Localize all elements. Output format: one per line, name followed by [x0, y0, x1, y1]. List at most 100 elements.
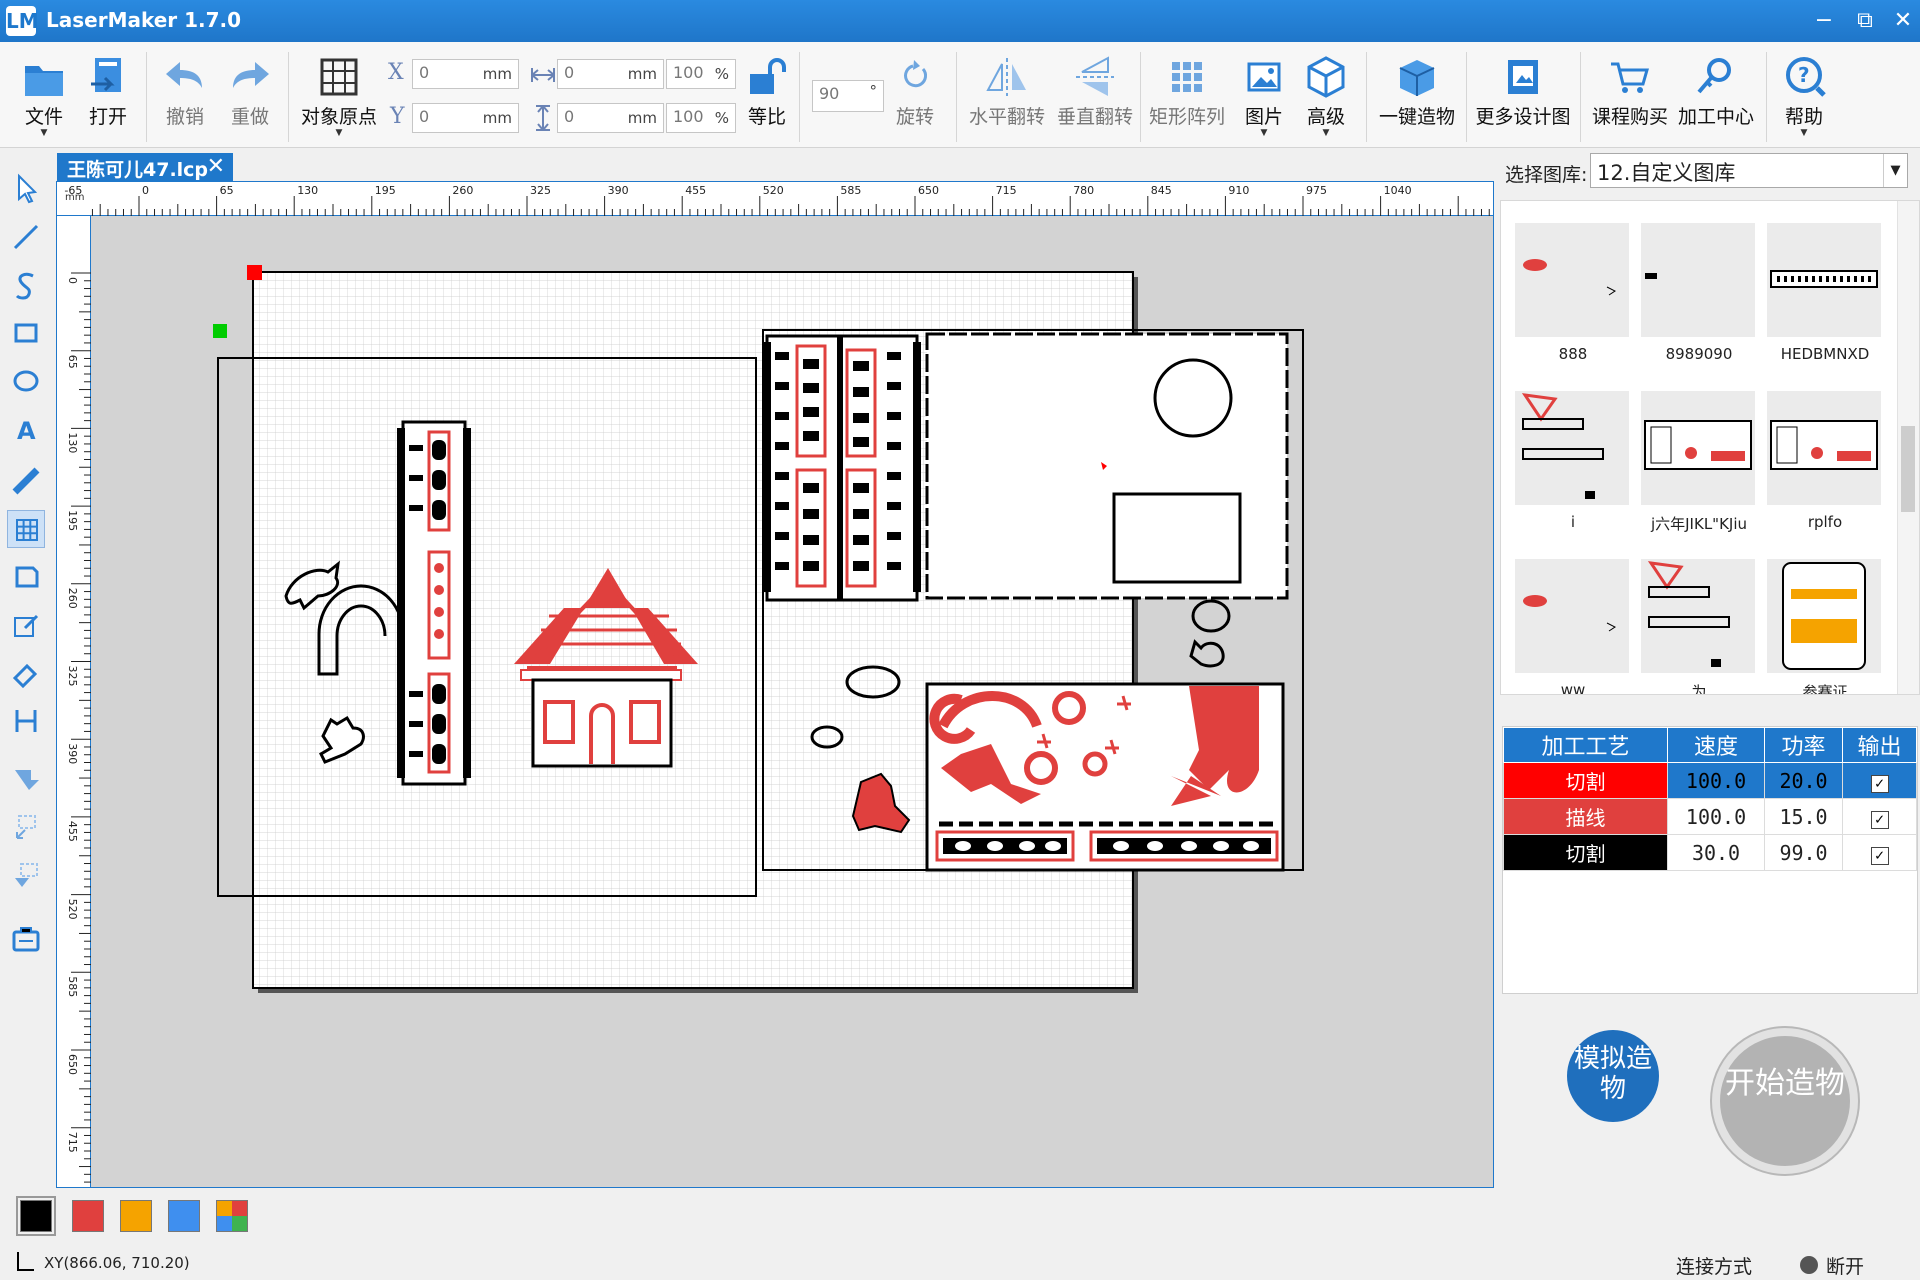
connection-label: 连接方式	[1676, 1256, 1753, 1278]
frame-tool[interactable]	[7, 558, 45, 596]
rotate-button[interactable]: 旋转	[888, 52, 942, 144]
rectangle-tool[interactable]	[7, 314, 45, 352]
advanced-button[interactable]: 高级 ▼	[1298, 52, 1354, 144]
close-tab-icon[interactable]: ✕	[207, 154, 225, 179]
layer-speed-cell[interactable]: 100.0	[1666, 762, 1766, 799]
start-button[interactable]: 开始造物	[1712, 1028, 1858, 1174]
ruler-tick-label: 455	[685, 184, 706, 197]
layer-row[interactable]: 描线 100.0 15.0 ✓	[1503, 798, 1917, 835]
object-origin-button[interactable]: 对象原点 ▼	[296, 52, 382, 144]
text-tool[interactable]: A	[7, 410, 45, 448]
grid-origin-icon	[320, 58, 358, 96]
gallery-item[interactable]: HEDBMNXD	[1767, 223, 1883, 363]
maximize-button[interactable]: ⧉	[1848, 4, 1882, 38]
width-percent-input[interactable]: 100%	[666, 59, 736, 89]
gallery-item[interactable]: 8989090	[1641, 223, 1757, 363]
work-area[interactable]	[91, 216, 1493, 1187]
layer-row[interactable]: 切割 30.0 99.0 ✓	[1503, 834, 1917, 871]
column-header-power: 功率	[1764, 727, 1843, 763]
gallery-item[interactable]: ww	[1515, 559, 1631, 694]
layer-row[interactable]: 切割 100.0 20.0 ✓	[1503, 762, 1917, 799]
document-tab[interactable]: 王陈可儿47.lcp ✕	[57, 153, 233, 181]
flip-horizontal-icon	[986, 58, 1026, 96]
gallery-item-caption: HEDBMNXD	[1780, 345, 1870, 363]
grid-toggle-tool[interactable]	[7, 510, 45, 548]
layer-output-checkbox[interactable]: ✓	[1842, 834, 1917, 871]
edit-node-tool[interactable]	[7, 606, 45, 644]
layer-output-checkbox[interactable]: ✓	[1842, 762, 1917, 799]
layer-up-icon	[16, 815, 36, 839]
more-designs-button[interactable]: 更多设计图	[1472, 52, 1574, 144]
help-icon: ?	[1786, 57, 1826, 97]
ruler-tick-label: 1040	[1384, 184, 1412, 197]
layer-process-cell[interactable]: 切割	[1503, 834, 1668, 871]
measure-tool[interactable]	[7, 462, 45, 500]
select-tool[interactable]	[7, 170, 45, 208]
gallery-item[interactable]: rplfo	[1767, 391, 1883, 531]
ellipse-icon	[13, 370, 39, 392]
color-swatch-blue[interactable]	[168, 1200, 200, 1232]
y-position-input[interactable]: 0 mm	[412, 103, 519, 133]
horizontal-ruler[interactable]: mm -65 0 65 130 195 260 325 390 455 520 585 650 715 7…	[57, 182, 1493, 216]
gallery-item[interactable]: i	[1515, 391, 1631, 531]
color-swatch-multicolor[interactable]	[216, 1200, 248, 1232]
simulate-button[interactable]: 模拟造物	[1567, 1030, 1659, 1122]
ruler-tick-label: 520	[763, 184, 784, 197]
height-input[interactable]: 0 mm	[557, 103, 664, 133]
color-swatch-red[interactable]	[72, 1200, 104, 1232]
toolbox-tool[interactable]	[7, 920, 45, 958]
gallery-item[interactable]: 参赛证	[1767, 559, 1883, 694]
height-percent-input[interactable]: 100%	[666, 103, 736, 133]
rect-array-button[interactable]: 矩形阵列	[1146, 52, 1228, 144]
layer-power-cell[interactable]: 20.0	[1764, 762, 1843, 799]
course-buy-button[interactable]: 课程购买	[1588, 52, 1672, 144]
help-button[interactable]: ? 帮助 ▼	[1776, 52, 1832, 144]
column-header-process: 加工工艺	[1503, 727, 1668, 763]
layer-process-cell[interactable]: 描线	[1503, 798, 1668, 835]
redo-button[interactable]: 重做	[220, 52, 280, 144]
flip-horizontal-button[interactable]: 水平翻转	[964, 52, 1050, 144]
gallery-item[interactable]: j六年JIKL"KJiu	[1641, 391, 1757, 534]
gallery-scroll-thumb[interactable]	[1901, 426, 1915, 512]
width-input[interactable]: 0 mm	[557, 59, 664, 89]
layer-speed-cell[interactable]: 100.0	[1666, 798, 1766, 835]
connection-state[interactable]: 断开	[1826, 1252, 1864, 1279]
lasermaker-window: LM LaserMaker 1.7.0 − ⧉ ✕ 文件 ▼ 打开 撤销 重做 …	[0, 0, 1920, 1280]
layer-power-cell[interactable]: 99.0	[1764, 834, 1843, 871]
bring-forward-tool[interactable]	[7, 808, 45, 846]
x-position-input[interactable]: 0 mm	[412, 59, 519, 89]
eraser-tool[interactable]	[7, 654, 45, 692]
rotation-angle-input[interactable]: 90 °	[812, 80, 884, 112]
close-button[interactable]: ✕	[1886, 4, 1920, 38]
open-button[interactable]: 打开	[78, 52, 138, 144]
ellipse-tool[interactable]	[7, 362, 45, 400]
gallery-item[interactable]: 888	[1515, 223, 1631, 363]
curve-tool[interactable]	[7, 266, 45, 304]
align-tool[interactable]	[7, 702, 45, 740]
proportional-lock-button[interactable]: 等比	[742, 52, 792, 144]
layer-speed-cell[interactable]: 30.0	[1666, 834, 1766, 871]
layer-power-cell[interactable]: 15.0	[1764, 798, 1843, 835]
undo-button[interactable]: 撤销	[155, 52, 215, 144]
color-swatch-black[interactable]	[16, 1196, 56, 1236]
image-button[interactable]: 图片 ▼	[1236, 52, 1292, 144]
design-gallery-icon	[1508, 60, 1538, 94]
color-swatch-orange[interactable]	[120, 1200, 152, 1232]
minimize-button[interactable]: −	[1807, 4, 1841, 38]
line-tool[interactable]	[7, 218, 45, 256]
layer-process-cell[interactable]: 切割	[1503, 762, 1668, 799]
send-backward-tool[interactable]	[7, 856, 45, 894]
gallery-scrollbar[interactable]	[1897, 201, 1919, 694]
process-center-label: 加工中心	[1677, 106, 1754, 128]
layer-output-checkbox[interactable]: ✓	[1842, 798, 1917, 835]
file-button[interactable]: 文件 ▼	[14, 52, 74, 144]
gallery-select[interactable]: 12.自定义图库 ▼	[1590, 153, 1908, 188]
process-center-button[interactable]: 加工中心	[1674, 52, 1758, 144]
flip-vertical-button[interactable]: 垂直翻转	[1052, 52, 1138, 144]
one-click-make-button[interactable]: 一键造物	[1374, 52, 1460, 144]
arrange-tool[interactable]	[7, 760, 45, 798]
design-canvas[interactable]: mm -65 0 65 130 195 260 325 390 455 520 585 650 715 7…	[56, 181, 1494, 1188]
vertical-ruler[interactable]: 0 65 130 195 260 325 390 455 520 585 650 715	[57, 216, 91, 1187]
gallery-item[interactable]: 为	[1641, 559, 1757, 694]
ruler-tick-label: 845	[1151, 184, 1172, 197]
